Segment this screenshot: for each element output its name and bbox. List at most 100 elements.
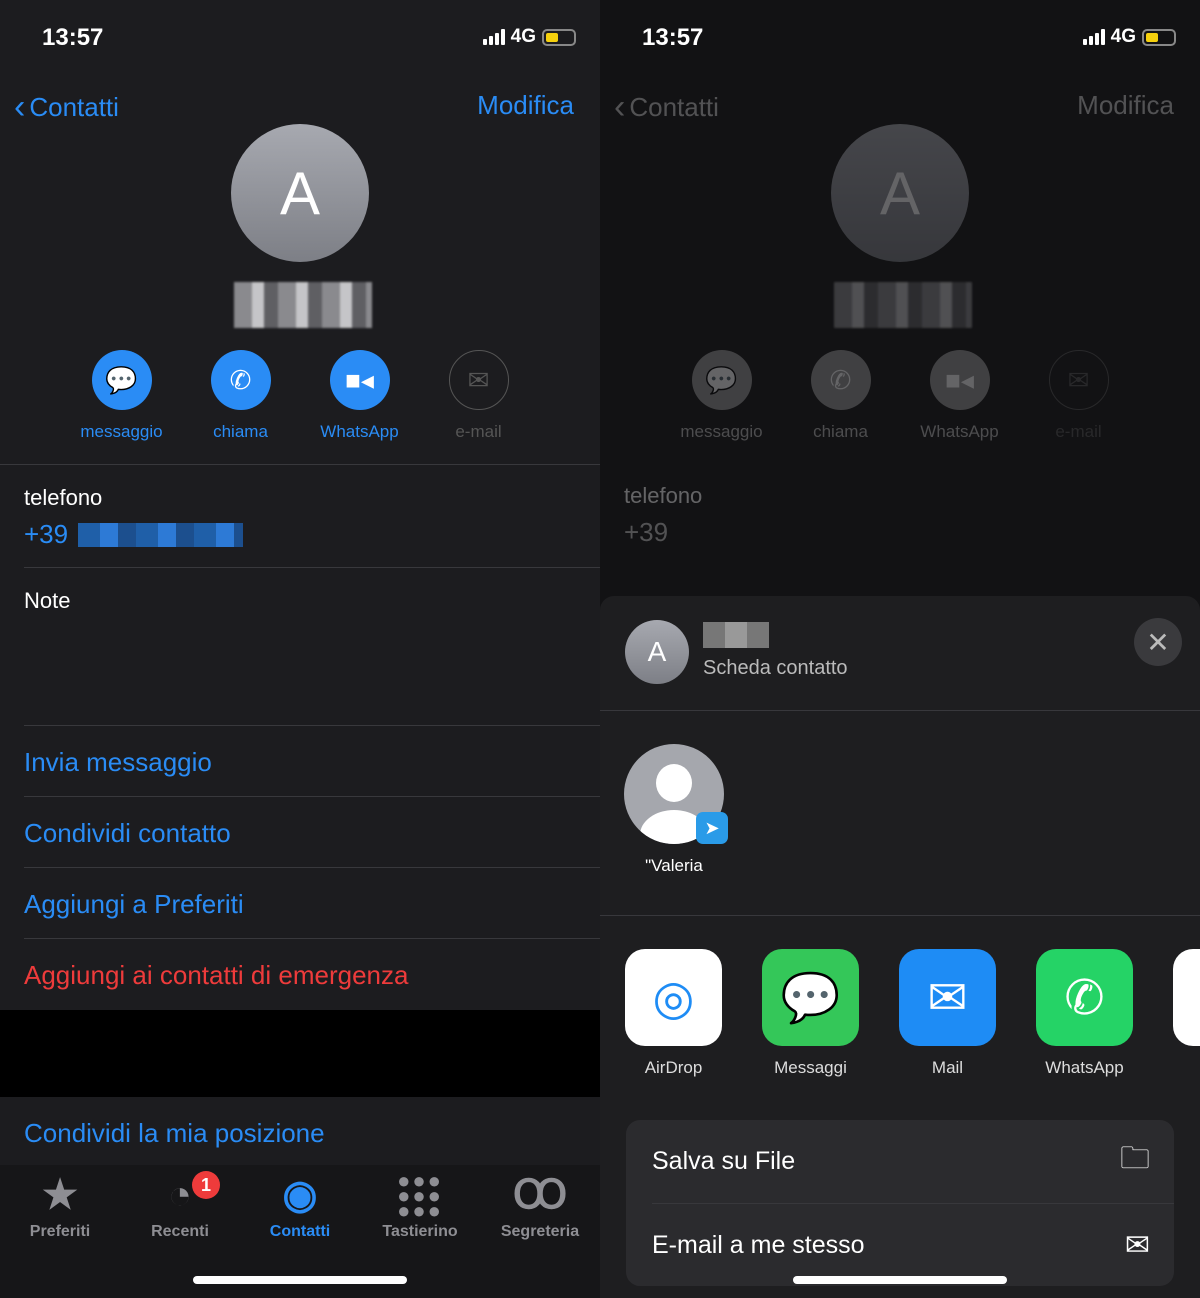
- divider: [24, 725, 600, 726]
- suggested-contact[interactable]: ➤ "Valeria: [624, 744, 728, 876]
- app-label: Mail: [931, 1058, 964, 1077]
- whatsapp-action: ■◂ WhatsApp: [900, 350, 1019, 442]
- person-circle-icon: ◉: [282, 1173, 318, 1217]
- share-contact-link[interactable]: Condividi contatto: [24, 818, 231, 849]
- network-label: 4G: [510, 26, 536, 47]
- back-button[interactable]: ‹ Contatti: [14, 88, 119, 127]
- keypad-icon: ●●● ●●● ●●●: [397, 1168, 443, 1223]
- save-to-files-option[interactable]: Salva su File 🗀: [626, 1120, 1174, 1203]
- action-buttons: 💬 messaggio ✆ chiama ■◂ WhatsApp ✉ e-mail: [62, 350, 538, 442]
- messages-icon: 💬: [762, 949, 859, 1046]
- chevron-left-icon: ‹: [614, 88, 626, 126]
- message-action[interactable]: 💬 messaggio: [62, 350, 181, 442]
- more-app-partial[interactable]: S: [1173, 949, 1200, 1078]
- share-location-link[interactable]: Condividi la mia posizione: [24, 1118, 325, 1149]
- divider: [24, 867, 600, 868]
- divider: [600, 710, 1200, 711]
- contact-screen: 13:57 4G ‹ Contatti Modifica A 💬 messaggio…: [0, 0, 600, 1298]
- contact-avatar: A: [625, 620, 689, 684]
- app-label: AirDrop: [644, 1058, 703, 1077]
- home-indicator: [193, 1276, 407, 1284]
- tab-label: Recenti: [151, 1223, 209, 1240]
- recents-badge: 1: [192, 1171, 220, 1199]
- back-label: Contatti: [29, 92, 119, 122]
- chevron-left-icon: ‹: [14, 88, 26, 126]
- status-time: 13:57: [42, 24, 104, 51]
- option-label: Salva su File: [652, 1147, 796, 1175]
- action-label: e-mail: [1055, 422, 1102, 441]
- phone-icon: ✆: [810, 350, 871, 410]
- edit-button: Modifica: [1077, 90, 1174, 120]
- app-row: ◎ AirDrop 💬 Messaggi ✉ Mail ✆ WhatsApp S: [625, 949, 1200, 1078]
- close-button[interactable]: ✕: [1134, 618, 1182, 666]
- video-icon: ■◂: [329, 350, 390, 410]
- contact-name-redacted: [234, 282, 372, 328]
- mail-icon: ✉: [448, 350, 509, 410]
- phone-label: telefono: [624, 483, 703, 508]
- avatar: A: [231, 124, 369, 262]
- phone-icon: ✆: [210, 350, 271, 410]
- tab-preferiti[interactable]: ★ Preferiti: [0, 1173, 120, 1298]
- share-subtitle: Scheda contatto: [703, 657, 848, 679]
- back-label: Contatti: [629, 92, 719, 122]
- phone-number[interactable]: +39: [24, 519, 244, 550]
- action-label: chiama: [213, 422, 268, 441]
- close-icon: ✕: [1146, 626, 1170, 658]
- action-label: e-mail: [455, 422, 502, 441]
- mail-app[interactable]: ✉ Mail: [899, 949, 996, 1078]
- divider: [24, 567, 600, 568]
- tab-label: Preferiti: [29, 1223, 91, 1240]
- action-label: messaggio: [680, 422, 763, 441]
- call-action: ✆ chiama: [781, 350, 900, 442]
- telegram-icon: ➤: [696, 812, 728, 844]
- phone-prefix: +39: [24, 519, 69, 549]
- tab-label: Contatti: [269, 1223, 331, 1240]
- back-button: ‹ Contatti: [614, 88, 719, 127]
- clock-icon: ◔: [167, 1173, 193, 1217]
- share-options: Salva su File 🗀 E-mail a me stesso ✉: [626, 1120, 1174, 1286]
- status-bar: 4G: [482, 26, 576, 48]
- section-gap: [0, 1010, 600, 1097]
- action-label: WhatsApp: [320, 422, 399, 441]
- contact-name-redacted: [703, 622, 769, 648]
- network-label: 4G: [1110, 26, 1136, 47]
- battery-icon: [542, 28, 576, 46]
- call-action[interactable]: ✆ chiama: [181, 350, 300, 442]
- message-icon: 💬: [691, 350, 752, 410]
- send-message-link[interactable]: Invia messaggio: [24, 747, 212, 778]
- email-action: ✉ e-mail: [419, 350, 538, 442]
- avatar: A: [831, 124, 969, 262]
- email-action: ✉ e-mail: [1019, 350, 1138, 442]
- app-label: WhatsApp: [1045, 1058, 1124, 1077]
- mail-tray-icon: ✉: [1124, 1229, 1150, 1262]
- tab-label: Segreteria: [500, 1223, 580, 1240]
- option-label: E-mail a me stesso: [652, 1231, 865, 1259]
- voicemail-icon: Ꝏ: [512, 1173, 568, 1217]
- message-action: 💬 messaggio: [662, 350, 781, 442]
- phone-redacted: [78, 522, 244, 547]
- suggestion-label: "Valeria: [645, 856, 703, 875]
- email-myself-option[interactable]: E-mail a me stesso ✉: [626, 1204, 1174, 1287]
- home-indicator: [793, 1276, 1007, 1284]
- notes-label[interactable]: Note: [24, 588, 70, 614]
- status-bar: 4G: [1082, 26, 1176, 48]
- add-emergency-link[interactable]: Aggiungi ai contatti di emergenza: [24, 960, 408, 991]
- status-time: 13:57: [642, 24, 704, 51]
- add-favorites-link[interactable]: Aggiungi a Preferiti: [24, 889, 244, 920]
- phone-label: telefono: [24, 485, 103, 510]
- whatsapp-action[interactable]: ■◂ WhatsApp: [300, 350, 419, 442]
- whatsapp-icon: ✆: [1036, 949, 1133, 1046]
- battery-icon: [1142, 28, 1176, 46]
- airdrop-app[interactable]: ◎ AirDrop: [625, 949, 722, 1078]
- airdrop-icon: ◎: [625, 949, 722, 1046]
- edit-button[interactable]: Modifica: [477, 90, 574, 121]
- video-icon: ■◂: [929, 350, 990, 410]
- messages-app[interactable]: 💬 Messaggi: [762, 949, 859, 1078]
- mail-icon: ✉: [899, 949, 996, 1046]
- tab-segreteria[interactable]: Ꝏ Segreteria: [480, 1173, 600, 1298]
- app-icon: S: [1173, 949, 1200, 1046]
- star-icon: ★: [42, 1173, 78, 1217]
- divider: [24, 796, 600, 797]
- whatsapp-app[interactable]: ✆ WhatsApp: [1036, 949, 1133, 1078]
- divider: [24, 938, 600, 939]
